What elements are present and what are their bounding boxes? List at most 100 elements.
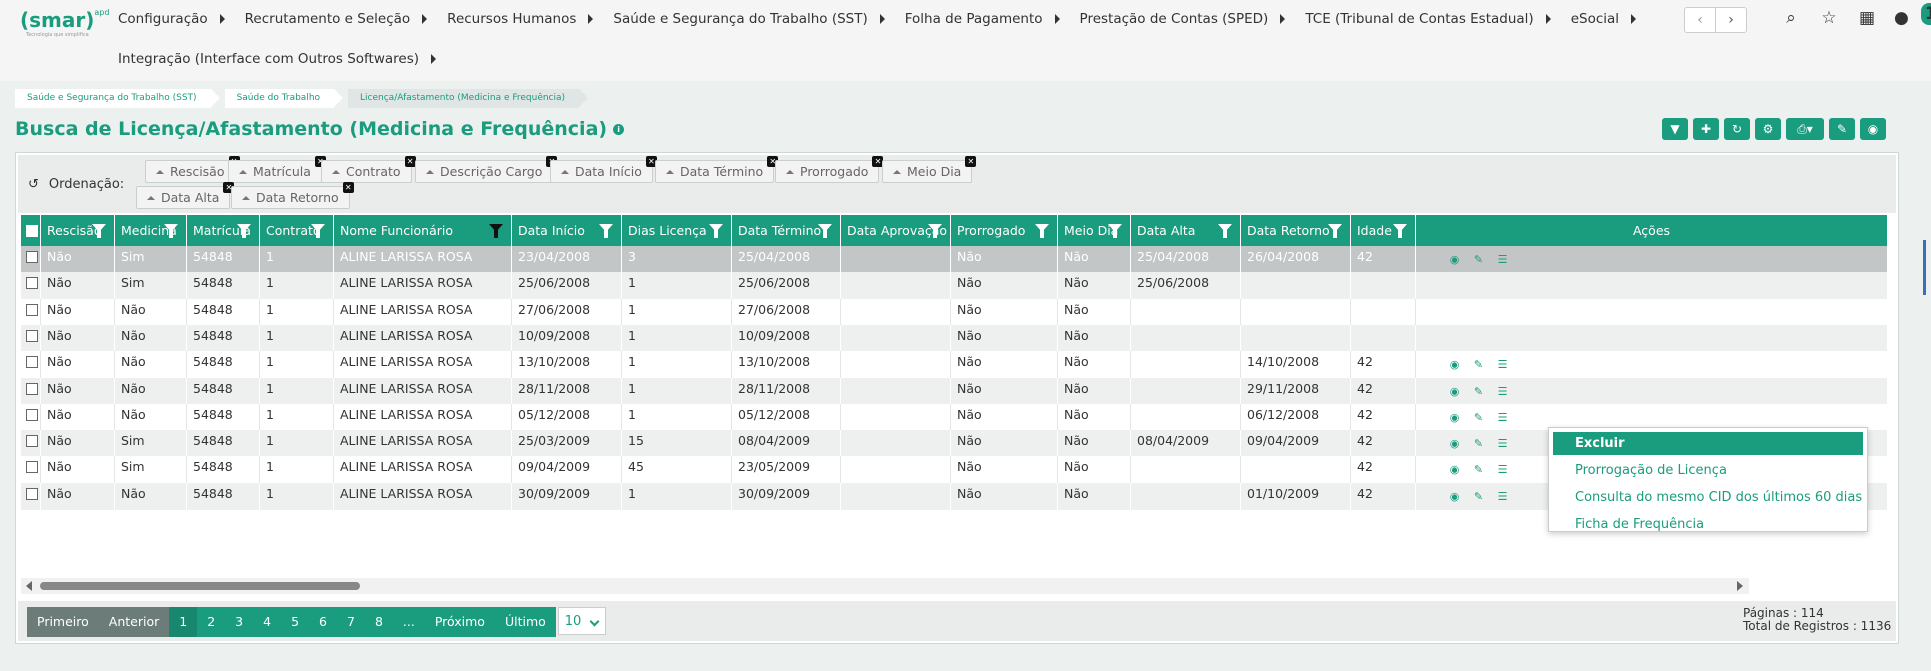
page-button-2[interactable]: 2 [197,607,226,637]
breadcrumb-item-saude-trabalho[interactable]: Saúde do Trabalho [224,89,344,108]
filter-icon[interactable] [489,224,503,238]
refresh-button[interactable]: ↻ [1724,118,1750,140]
edit-icon[interactable]: ✎ [1472,437,1485,450]
header-col-medicina[interactable]: Medicina [115,215,187,246]
filter-icon[interactable] [237,224,251,238]
order-chip-data-retorno[interactable]: Data Retorno ✕ [231,182,354,209]
nav-back-button[interactable]: ‹ [1685,8,1715,32]
menu-item-folha[interactable]: Folha de Pagamento [905,11,1060,27]
order-chip-matricula[interactable]: Matrícula✕ [228,156,326,183]
user-icon[interactable]: ●15 [1894,3,1931,28]
order-chip-contrato[interactable]: Contrato ✕ [321,156,416,183]
table-row[interactable]: Não Sim 54848 1 ALINE LARISSA ROSA 25/06/2008… [21,272,1887,300]
header-col-meio-dia[interactable]: Meio Dia [1058,215,1131,246]
ctx-excluir[interactable]: Excluir [1553,432,1863,455]
page-first-button[interactable]: Primeiro [27,607,99,637]
page-button-6[interactable]: 6 [309,607,337,637]
filter-icon[interactable] [818,224,832,238]
page-scroll-indicator[interactable] [1923,240,1926,295]
ctx-prorrogacao[interactable]: Prorrogação de Licença [1553,459,1863,482]
row-checkbox[interactable] [21,430,41,458]
scroll-right-arrow-icon[interactable] [1737,581,1743,591]
page-button-4[interactable]: 4 [253,607,282,637]
header-col-dias-licenca[interactable]: Dias Licença [622,215,732,246]
row-checkbox[interactable] [21,246,41,273]
header-col-matricula[interactable]: Matrícula [187,215,260,246]
edit-icon[interactable]: ✎ [1472,463,1485,476]
view-button[interactable]: ◉ [1860,118,1886,140]
remove-chip-icon[interactable]: ✕ [404,156,416,167]
table-row[interactable]: Não Não 54848 1 ALINE LARISSA ROSA 13/10/2008… [21,351,1887,379]
menu-icon[interactable]: ☰ [1496,490,1509,503]
filter-icon[interactable] [92,224,106,238]
filter-icon[interactable] [599,224,613,238]
filter-icon[interactable] [311,224,325,238]
menu-icon[interactable]: ☰ [1496,463,1509,476]
page-size-select[interactable]: 10 [557,607,606,635]
remove-chip-icon[interactable]: ✕ [342,182,354,193]
page-button-7[interactable]: 7 [336,607,365,637]
row-checkbox[interactable] [21,351,41,379]
menu-item-recrutamento[interactable]: Recrutamento e Seleção [245,11,428,27]
row-checkbox[interactable] [21,482,41,510]
eye-icon[interactable]: ◉ [1448,358,1461,371]
eye-icon[interactable]: ◉ [1448,490,1461,503]
horizontal-scrollbar[interactable] [21,578,1749,594]
filter-icon[interactable] [1328,224,1342,238]
filter-icon[interactable] [1218,224,1232,238]
menu-icon[interactable]: ☰ [1496,253,1509,266]
select-all-checkbox[interactable] [21,215,41,246]
filter-icon[interactable] [164,224,178,238]
menu-item-sped[interactable]: Prestação de Contas (SPED) [1080,11,1286,27]
header-col-prorrogado[interactable]: Prorrogado [951,215,1058,246]
header-col-idade[interactable]: Idade [1351,215,1416,246]
add-button[interactable]: ✚ [1693,118,1719,140]
row-checkbox[interactable] [21,403,41,431]
page-button-3[interactable]: 3 [225,607,254,637]
header-col-rescisao[interactable]: Rescisão [41,215,115,246]
apps-grid-icon[interactable]: ▦ [1856,8,1878,28]
search-icon[interactable]: ⌕ [1780,8,1802,28]
edit-icon[interactable]: ✎ [1472,253,1485,266]
table-row[interactable]: Não Não 54848 1 ALINE LARISSA ROSA 10/09/2008… [21,324,1887,352]
ctx-ficha-frequencia[interactable]: Ficha de Frequência [1553,513,1863,536]
page-prev-button[interactable]: Anterior [98,607,170,637]
table-row[interactable]: Não Não 54848 1 ALINE LARISSA ROSA 28/11/2008… [21,377,1887,405]
menu-item-integracao[interactable]: Integração (Interface com Outros Softwar… [118,51,437,67]
ctx-consulta-cid[interactable]: Consulta do mesmo CID dos últimos 60 dia… [1553,486,1863,509]
header-col-data-aprovacao[interactable]: Data Aprovação [841,215,951,246]
menu-icon[interactable]: ☰ [1496,437,1509,450]
menu-item-recursos-humanos[interactable]: Recursos Humanos [447,11,594,27]
table-row[interactable]: Não Não 54848 1 ALINE LARISSA ROSA 27/06/2008… [21,298,1887,326]
order-chip-rescisao[interactable]: Rescisão✕ [145,156,240,183]
header-col-data-termino[interactable]: Data Término [732,215,841,246]
eye-icon[interactable]: ◉ [1448,385,1461,398]
row-checkbox[interactable] [21,272,41,300]
page-next-button[interactable]: Próximo [424,607,495,637]
eye-icon[interactable]: ◉ [1448,463,1461,476]
settings-button[interactable]: ⚙ [1755,118,1781,140]
page-last-button[interactable]: Último [494,607,556,637]
scrollbar-thumb[interactable] [40,582,360,590]
menu-item-esocial[interactable]: eSocial [1571,11,1637,27]
scroll-left-arrow-icon[interactable] [26,581,32,591]
remove-chip-icon[interactable]: ✕ [965,156,977,167]
header-col-acoes[interactable]: Ações [1416,215,1887,246]
order-chip-prorrogado[interactable]: Prorrogado ✕ [775,156,884,183]
menu-icon[interactable]: ☰ [1496,411,1509,424]
breadcrumb-item-sst[interactable]: Saúde e Segurança do Trabalho (SST) [15,89,220,108]
nav-forward-button[interactable]: › [1715,8,1746,32]
header-col-contrato[interactable]: Contrato [260,215,334,246]
star-icon[interactable]: ☆ [1818,8,1840,28]
filter-icon[interactable] [709,224,723,238]
print-button[interactable]: ⎙▾ [1786,118,1824,140]
menu-icon[interactable]: ☰ [1496,358,1509,371]
row-checkbox[interactable] [21,377,41,405]
row-checkbox[interactable] [21,456,41,484]
menu-item-configuracao[interactable]: Configuração [118,11,225,27]
eye-icon[interactable]: ◉ [1448,253,1461,266]
order-chip-meio-dia[interactable]: Meio Dia ✕ [882,156,977,183]
filter-icon[interactable] [1035,224,1049,238]
order-chip-data-termino[interactable]: Data Término ✕ [655,156,779,183]
menu-item-sst[interactable]: Saúde e Segurança do Trabalho (SST) [613,11,885,27]
